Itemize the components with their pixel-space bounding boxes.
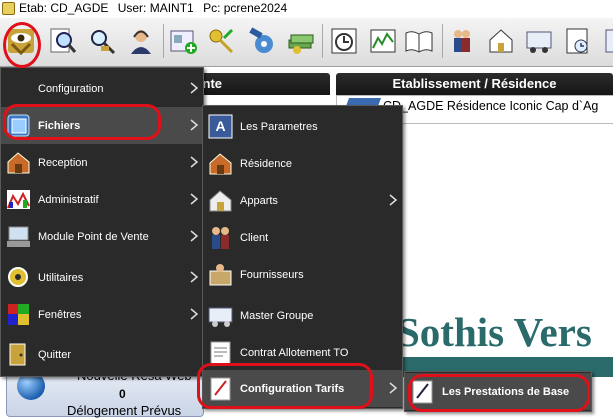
title-bar: Etab: CD_AGDE User: MAINT1 Pc: pcrene202… [0,0,613,17]
chevron-right-icon [190,82,199,94]
contrat-icon [210,341,231,365]
submenu-item-contrat-allotement[interactable]: Contrat Allotement TO [203,334,402,371]
chart-panel-icon[interactable] [366,22,400,60]
menu-item-utilitaires[interactable]: Utilitaires [1,259,203,296]
money-stack-icon[interactable] [283,22,317,60]
parameters-icon: A [208,114,233,139]
toolbar [0,18,613,67]
etablissement-name: CD_AGDE Résidence Iconic Cap d`Ag [383,99,599,113]
utilitaires-icon [8,267,28,287]
menu-item-administratif[interactable]: Administratif [1,181,203,218]
chevron-right-icon [190,271,199,283]
submenu-item-les-parametres[interactable]: A Les Parametres [203,108,402,145]
residence-icon [209,153,232,175]
submenu-item-client[interactable]: Client [203,219,402,256]
card-count: 0 [119,387,126,401]
windows-icon [8,304,29,325]
open-book-icon[interactable] [402,22,436,60]
menu-item-reception[interactable]: Reception [1,144,203,181]
clock-document-icon[interactable] [561,22,595,60]
title-etab: Etab: CD_AGDE [19,1,109,15]
add-card-icon[interactable] [166,22,200,60]
menu-item-quitter[interactable]: Quitter [1,336,203,373]
chevron-right-icon [190,308,199,320]
keys-icon[interactable] [204,22,238,60]
administratif-icon [7,190,30,209]
chevron-right-icon [389,382,398,394]
people-icon[interactable] [445,22,479,60]
quit-icon [9,343,26,366]
menu-item-configuration[interactable]: Configuration [1,70,203,107]
title-text: Etab: CD_AGDE User: MAINT1 Pc: pcrene202… [19,0,293,17]
tarifs-icon [210,377,231,401]
house-hand-icon[interactable] [484,22,518,60]
clock-calendar-icon[interactable] [327,22,361,60]
key-search-icon[interactable] [85,22,119,60]
main-menu: Configuration Fichiers Reception Adminis… [0,67,204,377]
eye-menu-icon[interactable] [4,22,38,60]
fournisseurs-icon [209,264,232,286]
configuration-icon [7,77,30,100]
submenu-item-apparts[interactable]: Apparts [203,182,402,219]
title-user: User: MAINT1 [117,1,194,15]
menu-item-fichiers[interactable]: Fichiers [1,107,203,144]
vehicle-card-icon[interactable] [522,22,556,60]
submenu-item-residence[interactable]: Résidence [203,145,402,182]
sothis-banner: Sothis Vers [397,309,592,355]
overflow-icon[interactable] [600,22,613,60]
apparts-icon [209,190,232,212]
files-icon [7,114,30,137]
menu-item-point-de-vente[interactable]: Module Point de Vente [1,218,203,255]
point-of-sale-icon [7,226,30,247]
submenu-item-fournisseurs[interactable]: Fournisseurs [203,256,402,293]
client-icon [212,227,229,249]
search-document-icon[interactable] [45,22,79,60]
fichiers-submenu: A Les Parametres Résidence Apparts Clien… [202,105,403,409]
svg-text:A: A [215,118,225,134]
submenu-item-prestations-de-base[interactable]: Les Prestations de Base [405,373,591,410]
card-subtitle: Délogement Prévus [67,403,182,418]
satellite-icon[interactable] [244,22,278,60]
chevron-right-icon [190,193,199,205]
app-icon [2,2,15,15]
prestations-icon [412,380,433,404]
submenu-item-master-groupe[interactable]: Master Groupe [203,297,402,334]
menu-item-fenetres[interactable]: Fenêtres [1,296,203,333]
reception-icon [7,152,30,174]
chevron-right-icon [190,119,199,131]
panel-etablissement-header: Etablissement / Résidence [336,73,613,95]
title-pc: Pc: pcrene2024 [203,1,288,15]
chevron-right-icon [190,230,199,242]
submenu-item-configuration-tarifs[interactable]: Configuration Tarifs [203,370,402,407]
master-groupe-icon [208,307,233,327]
chevron-right-icon [389,194,398,206]
chevron-right-icon [190,156,199,168]
user-headset-icon[interactable] [124,22,158,60]
tarifs-submenu: Les Prestations de Base [404,371,592,412]
